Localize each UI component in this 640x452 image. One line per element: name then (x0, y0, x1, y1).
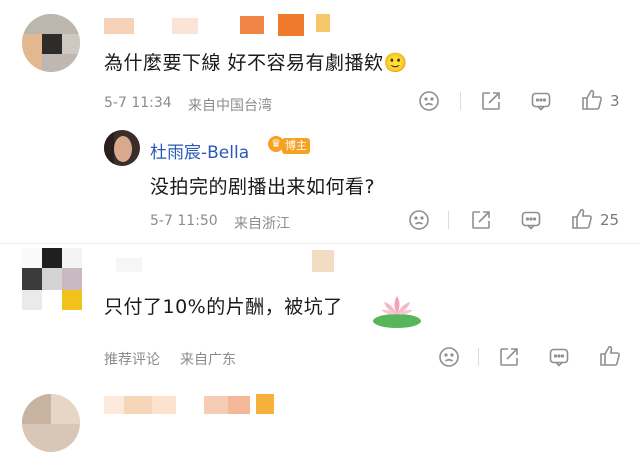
divider (460, 92, 461, 110)
avatar[interactable] (104, 130, 140, 166)
username-blurred[interactable] (104, 250, 344, 274)
share-icon[interactable] (480, 90, 502, 112)
thumbs-up-icon[interactable] (598, 344, 622, 368)
comment-icon[interactable] (520, 209, 542, 231)
sad-face-icon[interactable] (438, 346, 460, 368)
recommended-label: 推荐评论 (104, 352, 160, 368)
comment-text: 没拍完的剧播出来如何看? (150, 176, 376, 198)
blogger-badge: 博主 (282, 138, 310, 154)
thumbs-up-icon[interactable] (580, 88, 604, 112)
comment-icon[interactable] (530, 90, 552, 112)
divider (448, 211, 449, 229)
comment-date: 5-7 11:34 (104, 95, 172, 111)
sad-face-icon[interactable] (408, 209, 430, 231)
comment-text: 為什麼要下線 好不容易有劇播欸🙂 (104, 52, 408, 74)
comment-location: 来自广东 (180, 352, 236, 368)
divider (478, 348, 479, 366)
comment-date: 5-7 11:50 (150, 213, 218, 229)
comment-text: 只付了10%的片酬，被坑了 (104, 296, 343, 318)
lotus-sticker-icon (373, 296, 421, 328)
share-icon[interactable] (470, 209, 492, 231)
share-icon[interactable] (498, 346, 520, 368)
like-count: 25 (600, 211, 620, 229)
comment-icon[interactable] (548, 346, 570, 368)
username[interactable]: 杜雨宸-Bella (150, 138, 249, 163)
thumbs-up-icon[interactable] (570, 207, 594, 231)
avatar[interactable] (22, 14, 80, 72)
username-blurred[interactable] (104, 394, 284, 418)
comment-location: 来自中国台湾 (188, 98, 272, 114)
comment-location: 来自浙江 (234, 216, 290, 232)
separator (0, 243, 640, 244)
sad-face-icon[interactable] (418, 90, 440, 112)
avatar[interactable] (22, 248, 82, 310)
like-count: 3 (610, 92, 620, 110)
avatar[interactable] (22, 394, 80, 452)
username-blurred[interactable] (104, 14, 334, 38)
